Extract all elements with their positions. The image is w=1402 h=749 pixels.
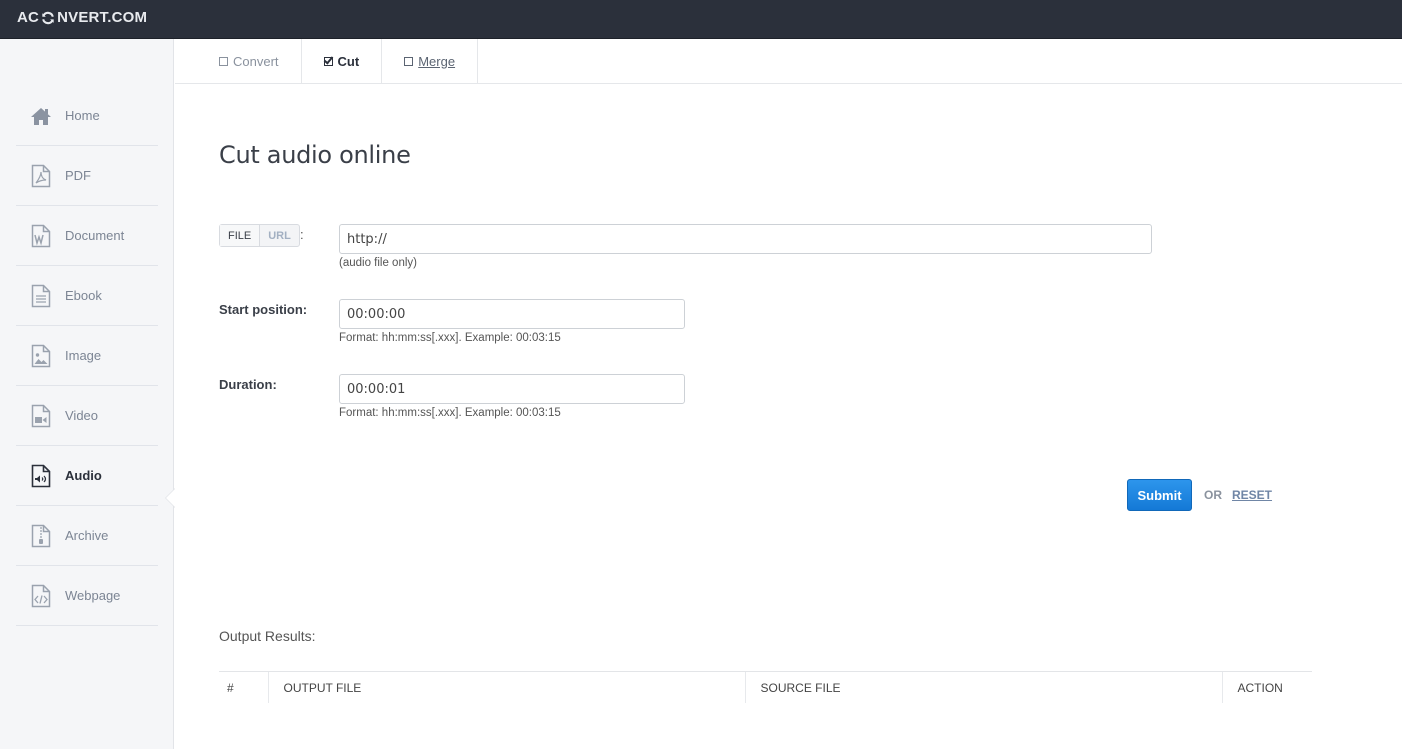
start-position-label: Start position:: [219, 302, 308, 317]
webpage-file-icon: [30, 584, 52, 608]
sidebar-item-label: Archive: [65, 528, 109, 543]
sidebar-item-label: Document: [65, 228, 125, 243]
source-colon: :: [300, 227, 304, 242]
ebook-file-icon: [30, 284, 52, 308]
tab-merge[interactable]: Merge: [382, 39, 479, 83]
column-header-source-file: SOURCE FILE: [744, 672, 1222, 703]
sidebar-item-label: PDF: [65, 168, 91, 183]
tool-tabs: Convert Cut Merge: [175, 39, 1402, 84]
reset-link[interactable]: RESET: [1232, 488, 1272, 502]
sidebar: Home PDF Document Ebook Image Video Audi…: [0, 39, 174, 749]
pdf-file-icon: [30, 164, 52, 188]
site-logo[interactable]: AC NVERT.COM: [17, 9, 147, 26]
sidebar-item-label: Video: [65, 408, 99, 423]
checkbox-checked-icon: [323, 56, 333, 66]
sidebar-item-label: Image: [65, 348, 102, 363]
checkbox-unchecked-icon: [404, 56, 414, 66]
logo-text-prefix: AC: [17, 9, 40, 26]
tab-label: Convert: [233, 53, 279, 69]
or-separator: OR: [1204, 488, 1222, 502]
sidebar-item-audio[interactable]: Audio: [16, 446, 158, 506]
table-header-row: # OUTPUT FILE SOURCE FILE ACTION: [219, 672, 1312, 703]
submit-button[interactable]: Submit: [1127, 479, 1192, 511]
sidebar-item-label: Home: [65, 108, 100, 123]
results-table: # OUTPUT FILE SOURCE FILE ACTION: [219, 671, 1312, 703]
sidebar-item-label: Ebook: [65, 288, 102, 303]
source-toggle: FILE URL: [219, 224, 300, 247]
sidebar-item-pdf[interactable]: PDF: [16, 146, 158, 206]
home-icon: [30, 104, 52, 128]
sidebar-item-ebook[interactable]: Ebook: [16, 266, 158, 326]
tab-label: Cut: [337, 53, 360, 69]
start-position-input[interactable]: [339, 299, 685, 329]
tab-convert[interactable]: Convert: [175, 39, 302, 83]
tab-cut[interactable]: Cut: [302, 39, 383, 83]
checkbox-unchecked-icon: [219, 56, 228, 66]
column-header-output-file: OUTPUT FILE: [267, 672, 745, 703]
column-header-action: ACTION: [1221, 672, 1312, 703]
duration-hint: Format: hh:mm:ss[.xxx]. Example: 00:03:1…: [339, 407, 561, 419]
archive-file-icon: [30, 524, 52, 548]
sidebar-item-document[interactable]: Document: [16, 206, 158, 266]
column-header-index: #: [227, 680, 234, 695]
video-file-icon: [30, 404, 52, 428]
word-file-icon: [30, 224, 52, 248]
sidebar-item-label: Audio: [65, 468, 102, 483]
logo-text-suffix: NVERT.COM: [57, 9, 148, 26]
duration-input[interactable]: [339, 374, 685, 404]
sidebar-item-archive[interactable]: Archive: [16, 506, 158, 566]
active-indicator: [166, 489, 175, 507]
sidebar-item-home[interactable]: Home: [16, 86, 158, 146]
sidebar-item-video[interactable]: Video: [16, 386, 158, 446]
file-source-button[interactable]: FILE: [220, 225, 261, 246]
start-position-hint: Format: hh:mm:ss[.xxx]. Example: 00:03:1…: [339, 332, 561, 344]
duration-label: Duration:: [219, 377, 277, 392]
image-file-icon: [30, 344, 52, 368]
url-source-button[interactable]: URL: [260, 225, 299, 246]
url-hint: (audio file only): [339, 257, 417, 269]
top-bar: AC NVERT.COM: [0, 0, 1402, 39]
sidebar-item-image[interactable]: Image: [16, 326, 158, 386]
refresh-icon: [42, 11, 54, 24]
tab-label: Merge: [418, 53, 456, 69]
sidebar-item-webpage[interactable]: Webpage: [16, 566, 158, 626]
audio-file-icon: [30, 464, 52, 488]
url-input[interactable]: [339, 224, 1152, 254]
sidebar-item-label: Webpage: [65, 588, 121, 603]
output-results-title: Output Results:: [219, 628, 316, 644]
page-title: Cut audio online: [219, 141, 411, 169]
